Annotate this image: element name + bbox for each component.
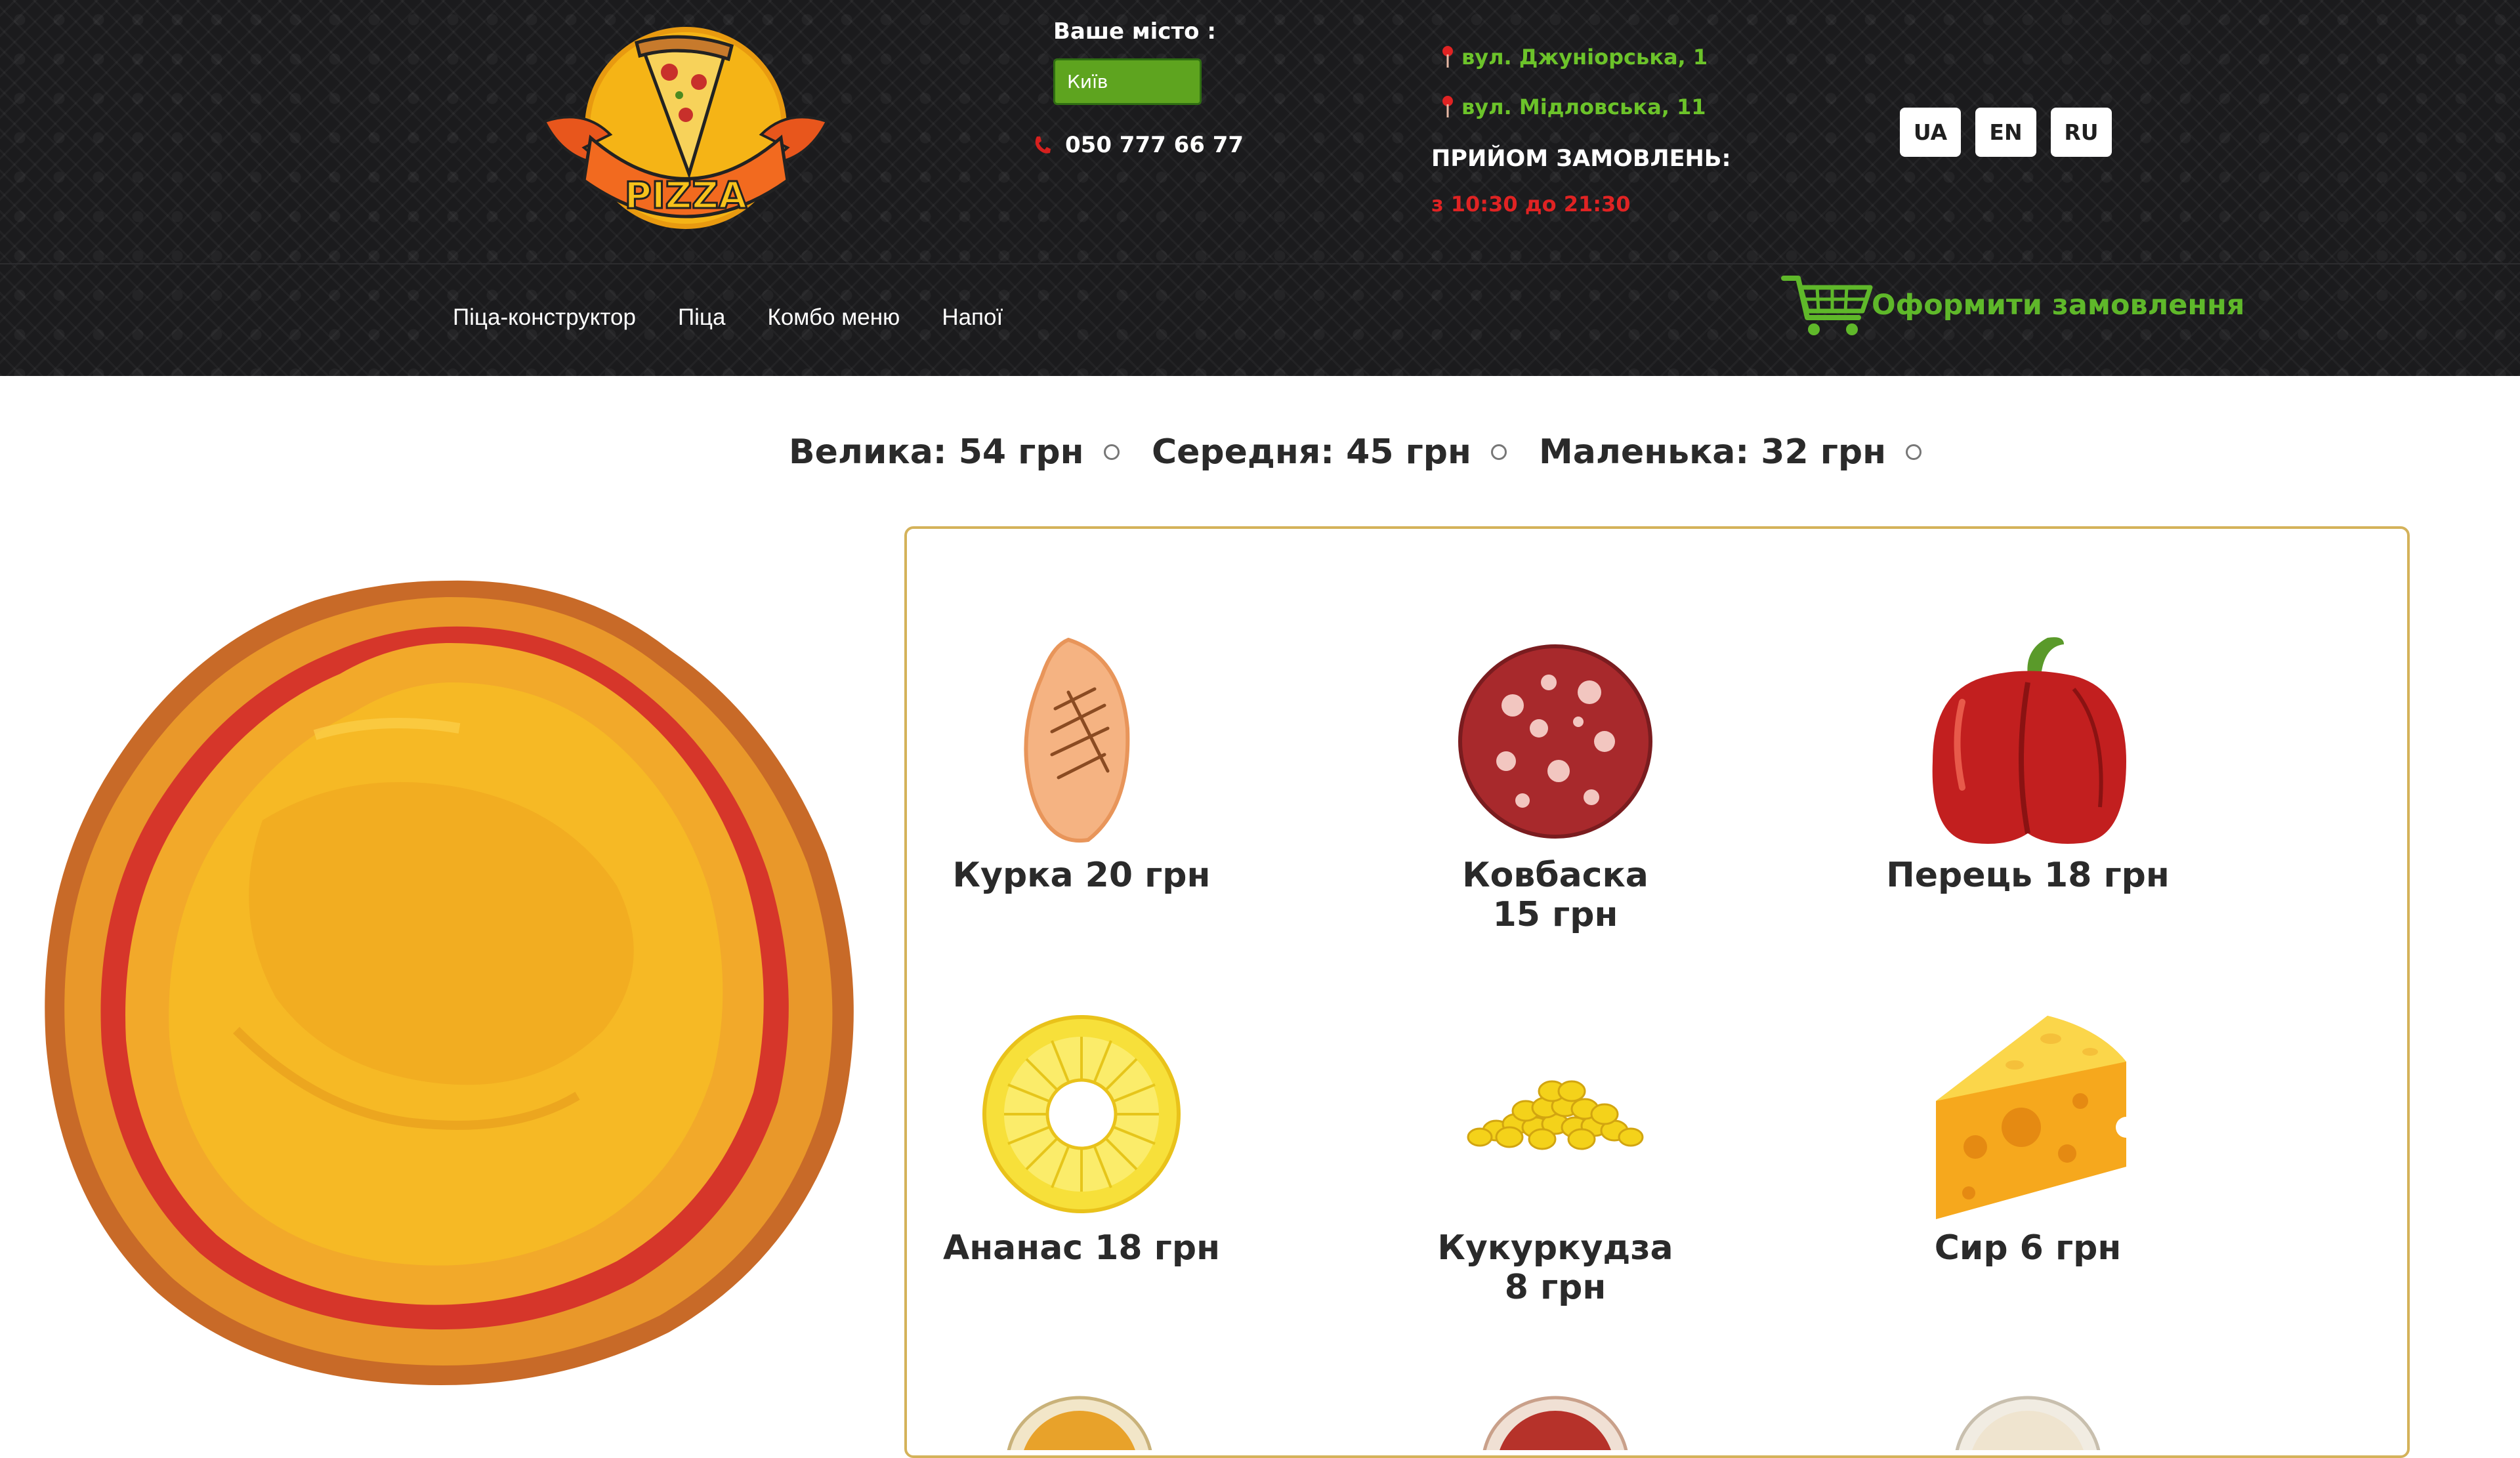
pizza-base-image — [45, 580, 854, 1385]
ingredient-label: Ананас 18 грн — [943, 1228, 1220, 1268]
lang-ru-button[interactable]: RU — [2051, 108, 2112, 157]
ingredient-card[interactable]: Ананас 18 грн — [885, 1003, 1278, 1270]
ingredient-card[interactable]: Курка 20 грн — [885, 630, 1278, 898]
size-label: Маленька: 32 грн — [1539, 432, 1887, 472]
order-hours-label: ПРИЙОМ ЗАМОВЛЕНЬ: — [1431, 146, 1731, 172]
phone-row[interactable]: 050 777 66 77 — [1034, 130, 1244, 160]
sauce-bowl-icon — [1007, 1396, 1152, 1450]
sauce-bowl-icon — [1955, 1396, 2101, 1450]
ingredient-label: Курка 20 грн — [952, 856, 1211, 895]
ingredient-label: Кукуркудза — [1437, 1228, 1673, 1268]
city-label: Ваше місто : — [1053, 18, 1216, 45]
ingredient-card[interactable]: Перець 18 грн — [1831, 630, 2225, 898]
size-option-large[interactable]: Велика: 54 грн — [789, 429, 1120, 475]
lang-ua-button[interactable]: UA — [1900, 108, 1961, 157]
size-radio[interactable] — [1490, 444, 1507, 460]
pineapple-icon — [982, 1015, 1181, 1213]
main-nav: Піца-конструктор Піца Комбо меню Напої — [453, 304, 1045, 333]
ingredient-label: Ковбаска — [1462, 856, 1648, 895]
checkout-button[interactable]: Оформити замовлення — [1781, 269, 2244, 341]
ingredient-label: Сир 6 грн — [1934, 1228, 2122, 1268]
checkout-label[interactable]: Оформити замовлення — [1872, 289, 2244, 322]
pizza-logo[interactable]: PIZZA — [538, 23, 833, 240]
ingredient-price: 8 грн — [1504, 1268, 1606, 1307]
nav-pizza-constructor[interactable]: Піца-конструктор — [453, 304, 636, 333]
ingredient-card-partial[interactable] — [1001, 1391, 1158, 1450]
ingredient-label: Перець 18 грн — [1886, 856, 2170, 895]
size-label: Велика: 54 грн — [789, 432, 1084, 472]
address-row: вул. Мідловська, 11 — [1440, 94, 1706, 119]
address-text: вул. Джуніорська, 1 — [1461, 45, 1708, 70]
ingredient-card-partial[interactable] — [1477, 1391, 1634, 1450]
corn-icon — [1467, 1080, 1644, 1150]
cheese-icon — [1936, 1016, 2137, 1219]
nav-drinks[interactable]: Напої — [942, 304, 1003, 333]
address-text: вул. Мідловська, 11 — [1461, 94, 1706, 119]
svg-text:PIZZA: PIZZA — [625, 175, 747, 217]
ingredient-card[interactable]: Ковбаска 15 грн — [1358, 630, 1752, 932]
pepper-icon — [1932, 637, 2126, 844]
sausage-icon — [1458, 644, 1652, 839]
location-pin-icon — [1442, 46, 1453, 68]
size-radio[interactable] — [1906, 444, 1922, 460]
nav-combo-menu[interactable]: Комбо меню — [767, 304, 900, 333]
lang-en-button[interactable]: EN — [1975, 108, 2036, 157]
phone-icon — [1035, 136, 1051, 154]
ingredient-card[interactable]: Сир 6 грн — [1831, 1003, 2225, 1270]
location-pin-icon — [1442, 96, 1453, 117]
chicken-icon — [1024, 637, 1130, 843]
size-label: Середня: 45 грн — [1152, 432, 1471, 472]
site-header: PIZZA Ваше місто : Київ 050 777 66 77 ву… — [0, 0, 2520, 376]
ingredient-card-partial[interactable] — [1949, 1391, 2107, 1450]
size-option-small[interactable]: Маленька: 32 грн — [1539, 429, 1922, 475]
header-divider — [0, 263, 2520, 264]
size-radio[interactable] — [1103, 444, 1120, 460]
cart-icon — [1781, 276, 1873, 335]
nav-pizza[interactable]: Піца — [678, 304, 725, 333]
phone-number[interactable]: 050 777 66 77 — [1065, 132, 1244, 158]
address-row: вул. Джуніорська, 1 — [1440, 45, 1708, 70]
order-hours: з 10:30 до 21:30 — [1431, 192, 1631, 217]
ingredient-price: 15 грн — [1492, 895, 1618, 934]
ingredient-card[interactable]: Кукуркудза 8 грн — [1358, 1003, 1752, 1304]
city-select[interactable]: Київ — [1053, 58, 1202, 105]
size-option-medium[interactable]: Середня: 45 грн — [1152, 429, 1507, 475]
sauce-bowl-icon — [1482, 1396, 1628, 1450]
